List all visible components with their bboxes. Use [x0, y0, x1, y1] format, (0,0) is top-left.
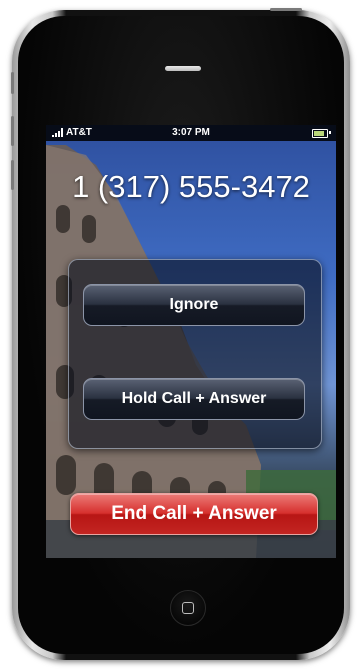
battery-icon [312, 129, 328, 138]
volume-up-button [11, 116, 14, 146]
caller-number: 1 (317) 555-3472 [72, 169, 310, 204]
earpiece-speaker-icon [165, 66, 201, 71]
end-call-answer-button[interactable]: End Call + Answer [70, 493, 318, 535]
status-bar: AT&T 3:07 PM [46, 125, 336, 141]
status-time: 3:07 PM [172, 127, 210, 138]
home-button-icon[interactable] [170, 590, 206, 626]
ignore-button[interactable]: Ignore [83, 284, 305, 326]
sleep-button [270, 8, 302, 11]
home-square-icon [182, 602, 194, 614]
volume-down-button [11, 160, 14, 190]
phone-screen: AT&T 3:07 PM 1 (317) 555-3472 Ignore Hol… [46, 125, 336, 558]
incoming-call-dialog: Ignore Hold Call + Answer [68, 259, 322, 449]
hold-call-answer-button[interactable]: Hold Call + Answer [83, 378, 305, 420]
silent-switch [11, 72, 14, 94]
battery-tip [329, 131, 331, 134]
